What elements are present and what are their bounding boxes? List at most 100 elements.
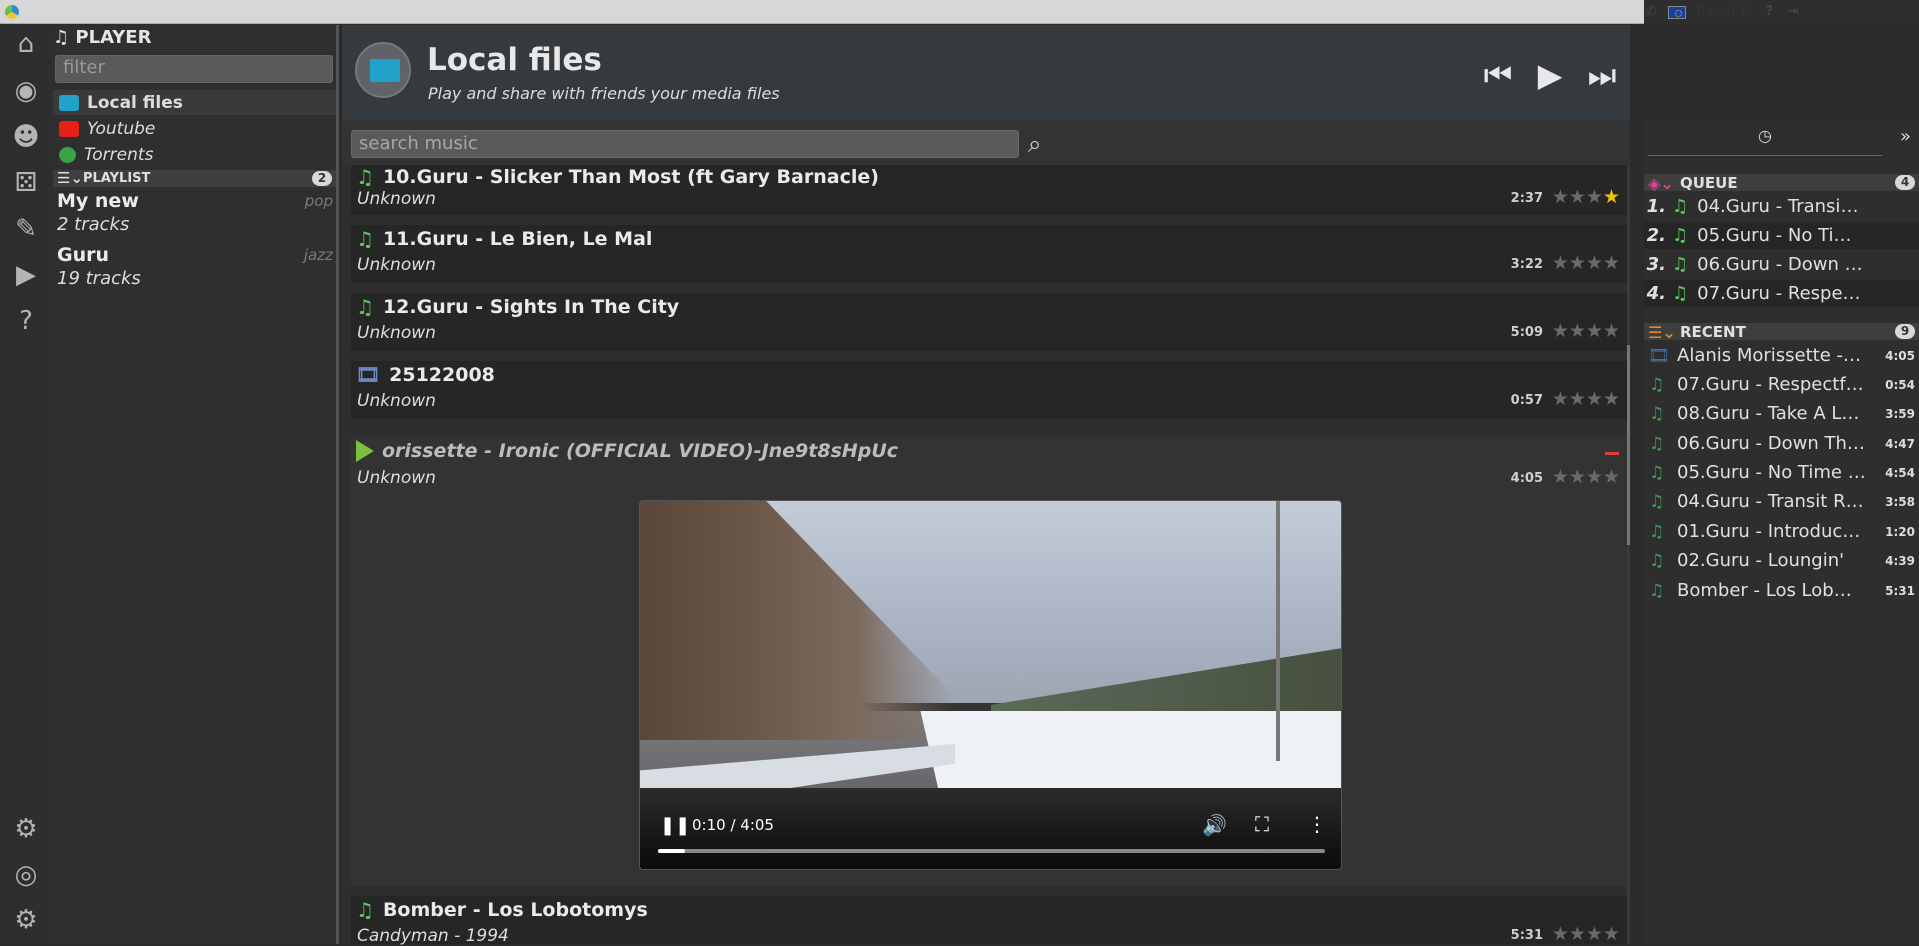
rating-stars[interactable]: ★★★★: [1552, 388, 1620, 410]
track-title: 11.Guru - Le Bien, Le Mal: [382, 228, 653, 250]
track-artist: Unknown: [357, 189, 436, 209]
queue-header[interactable]: ◈⌄ QUEUE 4: [1644, 174, 1919, 193]
settings-icon[interactable]: ⚙: [10, 904, 42, 936]
playlist-item[interactable]: Guru jazz 19 tracks: [57, 244, 335, 289]
track-row[interactable]: ♫ 11.Guru - Le Bien, Le Mal Unknown 3:22 …: [351, 225, 1629, 283]
recent-header[interactable]: ☰⌄ RECENT 9: [1644, 323, 1919, 342]
queue-item[interactable]: 4. ♫ 07.Guru - Respe…: [1644, 280, 1919, 307]
volume-icon[interactable]: 🔊: [1202, 813, 1227, 837]
support-icon[interactable]: ◎: [10, 859, 42, 891]
playlist-track-count: 19 tracks: [57, 268, 141, 289]
source-local-files[interactable]: Local files: [53, 90, 336, 115]
film-icon: 🎞: [356, 364, 381, 386]
playing-artist: Unknown: [357, 468, 436, 488]
recent-item[interactable]: ♫ 04.Guru - Transit R… 3:58: [1644, 488, 1919, 517]
recent-item[interactable]: ♫ 08.Guru - Take A L… 3:59: [1644, 400, 1919, 429]
next-track-icon[interactable]: ⏭: [1584, 57, 1620, 93]
main-scrollbar[interactable]: [1627, 165, 1630, 944]
help-icon[interactable]: ?: [10, 305, 42, 337]
collapse-panel-icon[interactable]: »: [1900, 126, 1911, 147]
playing-duration: 4:05: [1510, 471, 1543, 486]
recent-item[interactable]: ♫ 02.Guru - Loungin' 4:39: [1644, 547, 1919, 576]
track-artist: Unknown: [357, 323, 436, 343]
playlist-genre: jazz: [303, 246, 333, 264]
play-icon[interactable]: ▶: [1532, 57, 1568, 93]
remove-icon[interactable]: [1605, 452, 1619, 455]
queue-item[interactable]: 1. ♫ 04.Guru - Transi…: [1644, 193, 1919, 220]
top-bar-right: ✆ Pavel P. ? ⇥: [1644, 0, 1919, 24]
list-icon: ☰⌄: [57, 169, 84, 187]
group-settings-icon[interactable]: ⚙: [10, 813, 42, 845]
video-player[interactable]: ❚❚ 0:10 / 4:05 🔊 ⛶ ⋮: [639, 500, 1342, 870]
recent-duration: 4:47: [1885, 437, 1915, 451]
queue-title: 04.Guru - Transi…: [1697, 196, 1859, 217]
recent-item[interactable]: ♫ 06.Guru - Down Th… 4:47: [1644, 430, 1919, 459]
more-options-icon[interactable]: ⋮: [1307, 812, 1327, 836]
track-artist: Candyman - 1994: [357, 926, 509, 946]
user-name[interactable]: Pavel P.: [1696, 5, 1752, 20]
eu-flag-icon[interactable]: [1668, 5, 1686, 19]
film-icon: 🎞: [1648, 346, 1670, 366]
queue-num: 4.: [1646, 283, 1666, 304]
fullscreen-icon[interactable]: ⛶: [1255, 812, 1269, 836]
logout-icon[interactable]: ⇥: [1786, 5, 1800, 19]
track-row[interactable]: 🎞 25122008 Unknown 0:57 ★★★★: [351, 361, 1629, 419]
track-artist: Unknown: [357, 391, 436, 411]
rating-stars[interactable]: ★★★★: [1552, 320, 1620, 342]
playlist-name: My new: [57, 190, 139, 212]
recent-count-badge: 9: [1895, 324, 1915, 339]
help-circle-icon[interactable]: ?: [1762, 5, 1776, 19]
search-music-input[interactable]: search music: [351, 130, 1019, 158]
track-row[interactable]: ♫ 10.Guru - Slicker Than Most (ft Gary Ba…: [351, 165, 1629, 215]
rating-stars[interactable]: ★★★★: [1552, 186, 1620, 208]
music-note-icon: ♫: [1649, 492, 1665, 512]
playlist-name: Guru: [57, 244, 110, 266]
music-note-icon: ♫: [1672, 196, 1689, 217]
home-icon[interactable]: ⌂: [10, 28, 42, 60]
music-note-icon: ♫: [1649, 463, 1665, 483]
video-progress-bar[interactable]: [658, 849, 1325, 853]
recent-item[interactable]: ♫ 05.Guru - No Time … 4:54: [1644, 459, 1919, 488]
globe-icon[interactable]: ◉: [10, 75, 42, 107]
recent-item[interactable]: ♫ Bomber - Los Lob… 5:31: [1644, 577, 1919, 606]
app-logo-icon[interactable]: [5, 5, 19, 19]
track-title: 12.Guru - Sights In The City: [382, 296, 680, 318]
now-playing-item: orissette - Ironic (OFFICIAL VIDEO)-Jne9…: [351, 436, 1629, 886]
filter-input[interactable]: filter: [55, 55, 333, 83]
track-title: Bomber - Los Lobotomys: [382, 899, 648, 921]
pause-icon[interactable]: ❚❚: [660, 815, 690, 836]
track-duration: 3:22: [1510, 257, 1543, 272]
play-nav-icon[interactable]: ▶: [10, 259, 42, 291]
track-row[interactable]: ♫ Bomber - Los Lobotomys Candyman - 1994 …: [351, 896, 1629, 946]
search-icon[interactable]: ⌕: [1028, 130, 1041, 158]
playlist-item[interactable]: My new pop 2 tracks: [57, 190, 335, 235]
search-row: search music ⌕: [342, 120, 1630, 165]
video-controls: ❚❚ 0:10 / 4:05 🔊 ⛶ ⋮: [640, 799, 1341, 869]
recent-item[interactable]: ♫ 07.Guru - Respectf… 0:54: [1644, 371, 1919, 400]
music-note-icon: ♫: [1672, 254, 1689, 275]
queue-panel: ◷ » ◈⌄ QUEUE 4 1. ♫ 04.Guru - Transi… 2. ♫ 0…: [1644, 120, 1919, 944]
track-row[interactable]: ♫ 12.Guru - Sights In The City Unknown 5:…: [351, 293, 1629, 351]
folder-icon: [59, 94, 79, 111]
track-title: 10.Guru - Slicker Than Most (ft Gary Bar…: [382, 166, 879, 188]
previous-track-icon[interactable]: ⏮: [1480, 57, 1516, 93]
history-tab[interactable]: ◷: [1648, 126, 1882, 156]
dice-icon[interactable]: ⚄: [10, 167, 42, 199]
track-duration: 5:09: [1510, 325, 1543, 340]
phone-icon[interactable]: ✆: [1644, 5, 1658, 19]
people-icon[interactable]: ☻: [10, 121, 42, 153]
queue-item[interactable]: 3. ♫ 06.Guru - Down …: [1644, 251, 1919, 278]
source-torrents[interactable]: Torrents: [53, 142, 336, 167]
playlist-header[interactable]: ☰⌄ PLAYLIST 2: [53, 170, 336, 187]
track-title: 25122008: [389, 363, 495, 386]
source-youtube[interactable]: Youtube: [53, 116, 336, 141]
recent-item[interactable]: 🎞 Alanis Morissette -… 4:05: [1644, 342, 1919, 371]
rating-stars[interactable]: ★★★★: [1552, 466, 1620, 488]
recent-item[interactable]: ♫ 01.Guru - Introduc… 1:20: [1644, 518, 1919, 547]
rating-stars[interactable]: ★★★★: [1552, 252, 1620, 274]
video-progress-fill: [658, 849, 685, 853]
edit-icon[interactable]: ✎: [10, 213, 42, 245]
recent-duration: 5:31: [1885, 584, 1915, 598]
queue-item[interactable]: 2. ♫ 05.Guru - No Ti…: [1644, 222, 1919, 249]
rating-stars[interactable]: ★★★★: [1552, 923, 1620, 945]
